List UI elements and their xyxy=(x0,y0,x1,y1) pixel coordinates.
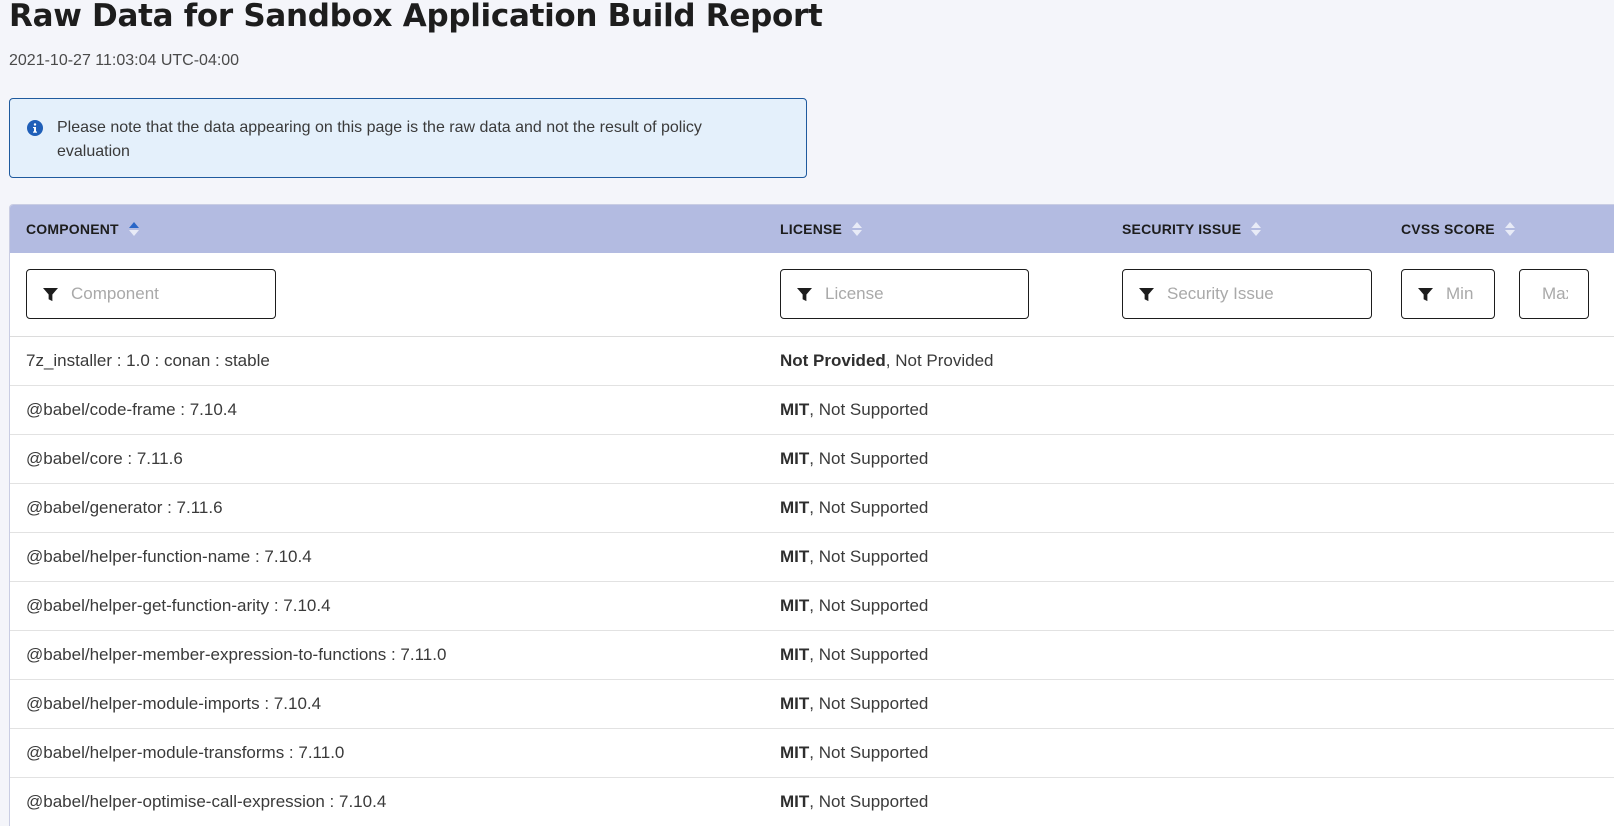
license-status: , Not Supported xyxy=(809,743,929,762)
license-cell: MIT, Not Supported xyxy=(780,435,928,483)
sort-icon xyxy=(1251,221,1262,236)
license-cell: MIT, Not Supported xyxy=(780,484,928,532)
sort-icon xyxy=(1504,221,1515,236)
license-status: , Not Supported xyxy=(809,792,929,811)
column-header-cvss-score[interactable]: CVSS SCORE xyxy=(1401,205,1515,253)
license-filter[interactable] xyxy=(780,269,1029,319)
component-filter-input[interactable] xyxy=(71,282,261,306)
component-cell: @babel/helper-function-name : 7.10.4 xyxy=(26,547,312,566)
column-header-component[interactable]: COMPONENT xyxy=(26,205,139,253)
component-cell: @babel/generator : 7.11.6 xyxy=(26,498,223,517)
component-cell: @babel/helper-module-imports : 7.10.4 xyxy=(26,694,322,713)
table-row[interactable]: @babel/helper-get-function-arity : 7.10.… xyxy=(10,582,1614,631)
component-filter[interactable] xyxy=(26,269,276,319)
cvss-max-input[interactable] xyxy=(1542,282,1568,306)
report-page: Raw Data for Sandbox Application Build R… xyxy=(0,0,1614,826)
license-cell: MIT, Not Supported xyxy=(780,729,928,777)
filter-icon xyxy=(1418,287,1433,302)
license-name: MIT xyxy=(780,498,810,517)
table-row[interactable]: @babel/helper-module-transforms : 7.11.0… xyxy=(10,729,1614,778)
license-status: , Not Supported xyxy=(809,596,929,615)
component-cell: @babel/helper-optimise-call-expression :… xyxy=(26,792,387,811)
report-timestamp: 2021-10-27 11:03:04 UTC-04:00 xyxy=(9,52,240,69)
table-row[interactable]: @babel/helper-function-name : 7.10.4 MIT… xyxy=(10,533,1614,582)
page-title: Raw Data for Sandbox Application Build R… xyxy=(9,0,823,34)
license-cell: MIT, Not Supported xyxy=(780,386,928,434)
license-cell: MIT, Not Supported xyxy=(780,631,928,679)
license-filter-input[interactable] xyxy=(825,282,1015,306)
component-cell: @babel/helper-member-expression-to-funct… xyxy=(26,645,447,664)
column-header-label: CVSS SCORE xyxy=(1401,221,1495,237)
license-cell: MIT, Not Supported xyxy=(780,582,928,630)
security-issue-filter-input[interactable] xyxy=(1167,282,1357,306)
license-name: MIT xyxy=(780,792,810,811)
license-name: MIT xyxy=(780,694,810,713)
component-cell: @babel/helper-get-function-arity : 7.10.… xyxy=(26,596,331,615)
license-status: , Not Provided xyxy=(885,351,994,370)
column-header-label: COMPONENT xyxy=(26,221,119,237)
license-status: , Not Supported xyxy=(809,547,929,566)
table-row[interactable]: @babel/core : 7.11.6 MIT, Not Supported xyxy=(10,435,1614,484)
table-body: 7z_installer : 1.0 : conan : stable Not … xyxy=(10,337,1614,826)
column-header-license[interactable]: LICENSE xyxy=(780,205,863,253)
table-row[interactable]: @babel/helper-member-expression-to-funct… xyxy=(10,631,1614,680)
sort-icon xyxy=(852,221,863,236)
component-cell: @babel/code-frame : 7.10.4 xyxy=(26,400,237,419)
license-status: , Not Supported xyxy=(809,449,929,468)
table-row[interactable]: @babel/code-frame : 7.10.4 MIT, Not Supp… xyxy=(10,386,1614,435)
license-name: MIT xyxy=(780,400,810,419)
cvss-max-filter[interactable] xyxy=(1519,269,1589,319)
license-cell: MIT, Not Supported xyxy=(780,533,928,581)
license-name: MIT xyxy=(780,645,810,664)
table-row[interactable]: @babel/helper-module-imports : 7.10.4 MI… xyxy=(10,680,1614,729)
license-status: , Not Supported xyxy=(809,645,929,664)
component-cell: @babel/core : 7.11.6 xyxy=(26,449,183,468)
column-header-label: LICENSE xyxy=(780,221,843,237)
table-row[interactable]: 7z_installer : 1.0 : conan : stable Not … xyxy=(10,337,1614,386)
license-name: MIT xyxy=(780,743,810,762)
license-name: MIT xyxy=(780,596,810,615)
license-status: , Not Supported xyxy=(809,498,929,517)
component-cell: 7z_installer : 1.0 : conan : stable xyxy=(26,351,270,370)
security-issue-filter[interactable] xyxy=(1122,269,1372,319)
filter-icon xyxy=(1139,287,1154,302)
raw-data-table: COMPONENT LICENSE SECURITY ISSUE CVSS SC… xyxy=(9,204,1614,826)
filter-icon xyxy=(797,287,812,302)
info-icon xyxy=(27,120,43,136)
filter-icon xyxy=(43,287,58,302)
table-row[interactable]: @babel/generator : 7.11.6 MIT, Not Suppo… xyxy=(10,484,1614,533)
column-header-security-issue[interactable]: SECURITY ISSUE xyxy=(1122,205,1262,253)
license-name: Not Provided xyxy=(780,351,886,370)
license-name: MIT xyxy=(780,547,810,566)
license-cell: Not Provided, Not Provided xyxy=(780,337,994,385)
license-status: , Not Supported xyxy=(809,694,929,713)
table-header: COMPONENT LICENSE SECURITY ISSUE CVSS SC… xyxy=(10,205,1614,253)
component-cell: @babel/helper-module-transforms : 7.11.0 xyxy=(26,743,345,762)
license-cell: MIT, Not Supported xyxy=(780,680,928,728)
cvss-min-input[interactable] xyxy=(1446,282,1476,306)
filter-row xyxy=(10,253,1614,337)
table-row[interactable]: @babel/helper-optimise-call-expression :… xyxy=(10,778,1614,826)
notice-text: Please note that the data appearing on t… xyxy=(57,119,702,160)
license-cell: MIT, Not Supported xyxy=(780,778,928,826)
column-header-label: SECURITY ISSUE xyxy=(1122,221,1242,237)
license-name: MIT xyxy=(780,449,810,468)
cvss-min-filter[interactable] xyxy=(1401,269,1495,319)
sort-ascending-icon xyxy=(128,221,139,236)
license-status: , Not Supported xyxy=(809,400,929,419)
raw-data-notice: Please note that the data appearing on t… xyxy=(9,98,807,178)
